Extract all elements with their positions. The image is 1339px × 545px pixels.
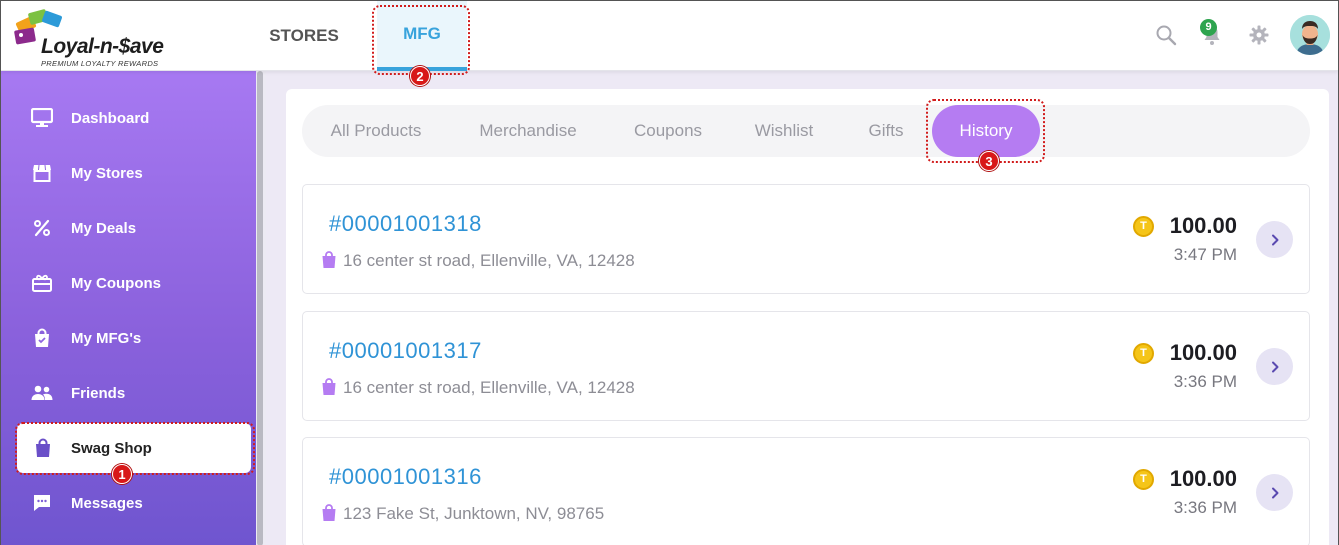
monitor-icon	[31, 107, 53, 129]
chat-icon	[31, 492, 53, 514]
sidebar-item-label: My Coupons	[71, 274, 161, 292]
coin-icon: T	[1133, 216, 1154, 237]
order-row[interactable]: #00001001318 16 center st road, Ellenvil…	[302, 184, 1310, 294]
avatar-face-icon	[1290, 15, 1330, 55]
sidebar-item-my-coupons[interactable]: My Coupons	[1, 258, 256, 308]
tab-stores[interactable]: STORES	[259, 1, 349, 71]
tab-all-products[interactable]: All Products	[316, 105, 436, 157]
order-details-button[interactable]	[1256, 221, 1293, 258]
scrollbar-thumb[interactable]	[257, 71, 263, 545]
sidebar-scrollbar[interactable]	[256, 71, 266, 545]
sidebar-item-my-mfgs[interactable]: My MFG's	[1, 313, 256, 363]
coin-icon: T	[1133, 343, 1154, 364]
order-address: 16 center st road, Ellenville, VA, 12428	[343, 378, 635, 397]
sidebar-item-swag-shop[interactable]: Swag Shop	[19, 425, 249, 471]
coupon-icon	[31, 272, 53, 294]
order-address: 123 Fake St, Junktown, NV, 98765	[343, 504, 605, 523]
history-card: All Products Merchandise Coupons Wishlis…	[286, 89, 1329, 545]
shopping-bag-icon	[31, 327, 53, 349]
sidebar-item-label: Friends	[71, 384, 126, 402]
bag-icon	[322, 251, 336, 268]
main-content: All Products Merchandise Coupons Wishlis…	[266, 71, 1338, 545]
tab-merchandise[interactable]: Merchandise	[464, 105, 592, 157]
app-logo[interactable]: Loyal-n-$ave PREMIUM LOYALTY REWARDS	[13, 7, 183, 68]
order-id[interactable]: #00001001316	[329, 464, 482, 490]
chevron-right-icon	[1271, 234, 1278, 245]
callout-number-2: 2	[410, 66, 430, 86]
sidebar-item-friends[interactable]: Friends	[1, 368, 256, 418]
store-icon	[31, 162, 53, 184]
callout-number-1: 1	[112, 464, 132, 484]
logo-text: Loyal-n-$ave	[41, 35, 164, 58]
sidebar-item-messages[interactable]: Messages	[1, 478, 256, 528]
order-time: 3:47 PM	[1173, 245, 1237, 264]
avatar[interactable]	[1290, 15, 1330, 55]
bag-icon	[322, 504, 336, 521]
order-id[interactable]: #00001001318	[329, 211, 482, 237]
tab-history[interactable]: History	[932, 105, 1040, 157]
order-details-button[interactable]	[1256, 474, 1293, 511]
tab-mfg[interactable]: MFG	[377, 1, 467, 71]
chevron-right-icon	[1271, 361, 1278, 372]
order-amount: 100.00	[1169, 466, 1237, 491]
tab-gifts[interactable]: Gifts	[854, 105, 918, 157]
gear-icon[interactable]	[1247, 23, 1271, 47]
percent-icon	[31, 217, 53, 239]
sidebar-item-label: Dashboard	[71, 109, 150, 127]
sidebar-item-dashboard[interactable]: Dashboard	[1, 93, 256, 143]
order-row[interactable]: #00001001317 16 center st road, Ellenvil…	[302, 311, 1310, 421]
order-amount: 100.00	[1169, 213, 1237, 238]
order-row[interactable]: #00001001316 123 Fake St, Junktown, NV, …	[302, 437, 1310, 545]
product-tabs: All Products Merchandise Coupons Wishlis…	[302, 105, 1310, 157]
swag-bag-icon	[32, 437, 54, 459]
coin-icon: T	[1133, 469, 1154, 490]
sidebar-item-my-stores[interactable]: My Stores	[1, 148, 256, 198]
tab-wishlist[interactable]: Wishlist	[742, 105, 826, 157]
order-id[interactable]: #00001001317	[329, 338, 482, 364]
friends-icon	[31, 382, 53, 404]
sidebar-item-label: Messages	[71, 494, 143, 512]
tab-coupons[interactable]: Coupons	[620, 105, 716, 157]
logo-tagline: PREMIUM LOYALTY REWARDS	[41, 59, 159, 68]
sidebar-item-label: My MFG's	[71, 329, 142, 347]
sidebar-item-label: Swag Shop	[71, 439, 152, 457]
notification-badge: 9	[1200, 19, 1217, 36]
bag-icon	[322, 378, 336, 395]
callout-number-3: 3	[979, 151, 999, 171]
order-amount: 100.00	[1169, 340, 1237, 365]
search-icon[interactable]	[1154, 23, 1178, 47]
chevron-right-icon	[1271, 487, 1278, 498]
order-details-button[interactable]	[1256, 348, 1293, 385]
order-address: 16 center st road, Ellenville, VA, 12428	[343, 251, 635, 270]
sidebar-item-label: My Stores	[71, 164, 143, 182]
top-header: Loyal-n-$ave PREMIUM LOYALTY REWARDS STO…	[1, 1, 1338, 71]
sidebar-item-my-deals[interactable]: My Deals	[1, 203, 256, 253]
sidebar-item-label: My Deals	[71, 219, 137, 237]
order-time: 3:36 PM	[1173, 372, 1237, 391]
order-time: 3:36 PM	[1173, 498, 1237, 517]
